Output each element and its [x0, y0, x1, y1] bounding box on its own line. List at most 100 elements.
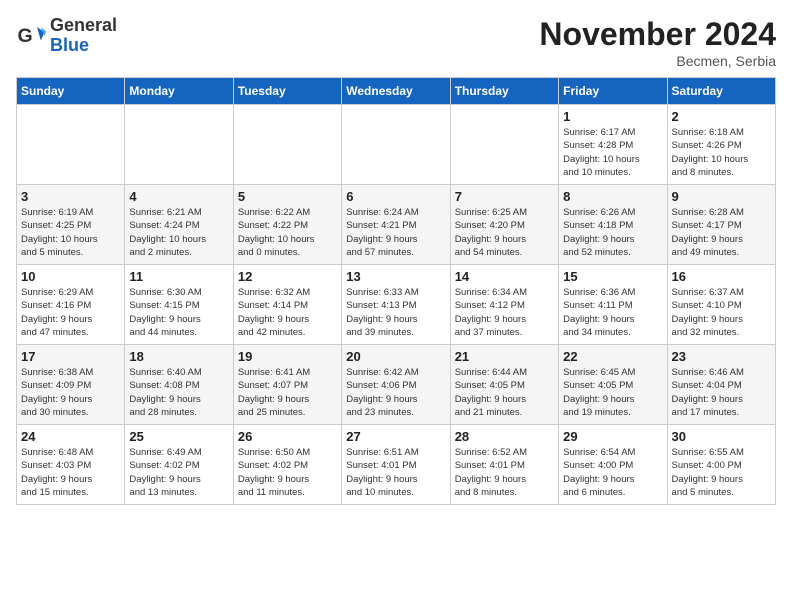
calendar-cell: 30 Sunrise: 6:55 AM Sunset: 4:00 PM Dayli… [667, 425, 775, 505]
calendar-table: SundayMondayTuesdayWednesdayThursdayFrid… [16, 77, 776, 505]
calendar-cell: 19 Sunrise: 6:41 AM Sunset: 4:07 PM Dayli… [233, 345, 341, 425]
day-number: 18 [129, 349, 228, 364]
location-subtitle: Becmen, Serbia [539, 53, 776, 69]
day-number: 16 [672, 269, 771, 284]
calendar-cell: 21 Sunrise: 6:44 AM Sunset: 4:05 PM Dayli… [450, 345, 558, 425]
calendar-cell: 29 Sunrise: 6:54 AM Sunset: 4:00 PM Dayli… [559, 425, 667, 505]
day-info: Sunrise: 6:32 AM Sunset: 4:14 PM Dayligh… [238, 286, 337, 339]
calendar-cell: 28 Sunrise: 6:52 AM Sunset: 4:01 PM Dayli… [450, 425, 558, 505]
weekday-header: Tuesday [233, 78, 341, 105]
day-info: Sunrise: 6:54 AM Sunset: 4:00 PM Dayligh… [563, 446, 662, 499]
day-number: 19 [238, 349, 337, 364]
day-info: Sunrise: 6:29 AM Sunset: 4:16 PM Dayligh… [21, 286, 120, 339]
day-number: 4 [129, 189, 228, 204]
calendar-cell: 18Sunrise: 6:40 AM Sunset: 4:08 PM Dayli… [125, 345, 233, 425]
calendar-header-row: SundayMondayTuesdayWednesdayThursdayFrid… [17, 78, 776, 105]
calendar-cell: 20 Sunrise: 6:42 AM Sunset: 4:06 PM Dayli… [342, 345, 450, 425]
calendar-cell: 5 Sunrise: 6:22 AM Sunset: 4:22 PM Daylig… [233, 185, 341, 265]
day-info: Sunrise: 6:42 AM Sunset: 4:06 PM Dayligh… [346, 366, 445, 419]
calendar-week-row: 17Sunrise: 6:38 AM Sunset: 4:09 PM Dayli… [17, 345, 776, 425]
calendar-cell: 17Sunrise: 6:38 AM Sunset: 4:09 PM Dayli… [17, 345, 125, 425]
day-number: 6 [346, 189, 445, 204]
day-number: 24 [21, 429, 120, 444]
day-info: Sunrise: 6:41 AM Sunset: 4:07 PM Dayligh… [238, 366, 337, 419]
calendar-week-row: 10 Sunrise: 6:29 AM Sunset: 4:16 PM Dayli… [17, 265, 776, 345]
calendar-cell: 3 Sunrise: 6:19 AM Sunset: 4:25 PM Daylig… [17, 185, 125, 265]
weekday-header: Monday [125, 78, 233, 105]
day-info: Sunrise: 6:55 AM Sunset: 4:00 PM Dayligh… [672, 446, 771, 499]
day-info: Sunrise: 6:50 AM Sunset: 4:02 PM Dayligh… [238, 446, 337, 499]
calendar-cell: 25 Sunrise: 6:49 AM Sunset: 4:02 PM Dayli… [125, 425, 233, 505]
calendar-cell: 15Sunrise: 6:36 AM Sunset: 4:11 PM Dayli… [559, 265, 667, 345]
day-number: 13 [346, 269, 445, 284]
calendar-cell [125, 105, 233, 185]
calendar-cell: 2 Sunrise: 6:18 AM Sunset: 4:26 PM Daylig… [667, 105, 775, 185]
day-number: 21 [455, 349, 554, 364]
calendar-week-row: 1Sunrise: 6:17 AM Sunset: 4:28 PM Daylig… [17, 105, 776, 185]
day-number: 23 [672, 349, 771, 364]
day-info: Sunrise: 6:21 AM Sunset: 4:24 PM Dayligh… [129, 206, 228, 259]
logo-text: General Blue [50, 16, 117, 56]
day-info: Sunrise: 6:38 AM Sunset: 4:09 PM Dayligh… [21, 366, 120, 419]
day-number: 14 [455, 269, 554, 284]
day-number: 25 [129, 429, 228, 444]
day-info: Sunrise: 6:45 AM Sunset: 4:05 PM Dayligh… [563, 366, 662, 419]
day-number: 30 [672, 429, 771, 444]
day-number: 12 [238, 269, 337, 284]
day-info: Sunrise: 6:22 AM Sunset: 4:22 PM Dayligh… [238, 206, 337, 259]
day-number: 10 [21, 269, 120, 284]
calendar-cell: 26 Sunrise: 6:50 AM Sunset: 4:02 PM Dayli… [233, 425, 341, 505]
calendar-cell: 9Sunrise: 6:28 AM Sunset: 4:17 PM Daylig… [667, 185, 775, 265]
month-title: November 2024 [539, 16, 776, 53]
svg-text:G: G [18, 25, 33, 47]
calendar-cell: 4 Sunrise: 6:21 AM Sunset: 4:24 PM Daylig… [125, 185, 233, 265]
calendar-cell: 14 Sunrise: 6:34 AM Sunset: 4:12 PM Dayli… [450, 265, 558, 345]
calendar-cell: 8 Sunrise: 6:26 AM Sunset: 4:18 PM Daylig… [559, 185, 667, 265]
calendar-cell [450, 105, 558, 185]
day-number: 26 [238, 429, 337, 444]
day-number: 11 [129, 269, 228, 284]
day-info: Sunrise: 6:19 AM Sunset: 4:25 PM Dayligh… [21, 206, 120, 259]
day-info: Sunrise: 6:34 AM Sunset: 4:12 PM Dayligh… [455, 286, 554, 339]
calendar-cell: 1Sunrise: 6:17 AM Sunset: 4:28 PM Daylig… [559, 105, 667, 185]
calendar-week-row: 3 Sunrise: 6:19 AM Sunset: 4:25 PM Daylig… [17, 185, 776, 265]
day-info: Sunrise: 6:49 AM Sunset: 4:02 PM Dayligh… [129, 446, 228, 499]
day-number: 28 [455, 429, 554, 444]
calendar-cell [342, 105, 450, 185]
weekday-header: Saturday [667, 78, 775, 105]
calendar-cell: 12 Sunrise: 6:32 AM Sunset: 4:14 PM Dayli… [233, 265, 341, 345]
day-info: Sunrise: 6:18 AM Sunset: 4:26 PM Dayligh… [672, 126, 771, 179]
day-number: 27 [346, 429, 445, 444]
weekday-header: Sunday [17, 78, 125, 105]
day-info: Sunrise: 6:48 AM Sunset: 4:03 PM Dayligh… [21, 446, 120, 499]
calendar-cell: 13Sunrise: 6:33 AM Sunset: 4:13 PM Dayli… [342, 265, 450, 345]
day-info: Sunrise: 6:30 AM Sunset: 4:15 PM Dayligh… [129, 286, 228, 339]
day-number: 3 [21, 189, 120, 204]
day-info: Sunrise: 6:44 AM Sunset: 4:05 PM Dayligh… [455, 366, 554, 419]
day-number: 7 [455, 189, 554, 204]
calendar-cell: 16 Sunrise: 6:37 AM Sunset: 4:10 PM Dayli… [667, 265, 775, 345]
day-number: 20 [346, 349, 445, 364]
day-number: 5 [238, 189, 337, 204]
day-number: 9 [672, 189, 771, 204]
day-info: Sunrise: 6:24 AM Sunset: 4:21 PM Dayligh… [346, 206, 445, 259]
logo-general: General [50, 16, 117, 36]
calendar-cell: 22 Sunrise: 6:45 AM Sunset: 4:05 PM Dayli… [559, 345, 667, 425]
calendar-cell: 6 Sunrise: 6:24 AM Sunset: 4:21 PM Daylig… [342, 185, 450, 265]
calendar-cell [233, 105, 341, 185]
calendar-cell: 7Sunrise: 6:25 AM Sunset: 4:20 PM Daylig… [450, 185, 558, 265]
calendar-week-row: 24 Sunrise: 6:48 AM Sunset: 4:03 PM Dayli… [17, 425, 776, 505]
day-number: 2 [672, 109, 771, 124]
calendar-cell: 23 Sunrise: 6:46 AM Sunset: 4:04 PM Dayli… [667, 345, 775, 425]
weekday-header: Thursday [450, 78, 558, 105]
day-info: Sunrise: 6:36 AM Sunset: 4:11 PM Dayligh… [563, 286, 662, 339]
day-info: Sunrise: 6:52 AM Sunset: 4:01 PM Dayligh… [455, 446, 554, 499]
day-number: 22 [563, 349, 662, 364]
day-info: Sunrise: 6:37 AM Sunset: 4:10 PM Dayligh… [672, 286, 771, 339]
day-number: 29 [563, 429, 662, 444]
calendar-cell: 11 Sunrise: 6:30 AM Sunset: 4:15 PM Dayli… [125, 265, 233, 345]
day-number: 8 [563, 189, 662, 204]
day-info: Sunrise: 6:26 AM Sunset: 4:18 PM Dayligh… [563, 206, 662, 259]
title-block: November 2024 Becmen, Serbia [539, 16, 776, 69]
day-info: Sunrise: 6:46 AM Sunset: 4:04 PM Dayligh… [672, 366, 771, 419]
